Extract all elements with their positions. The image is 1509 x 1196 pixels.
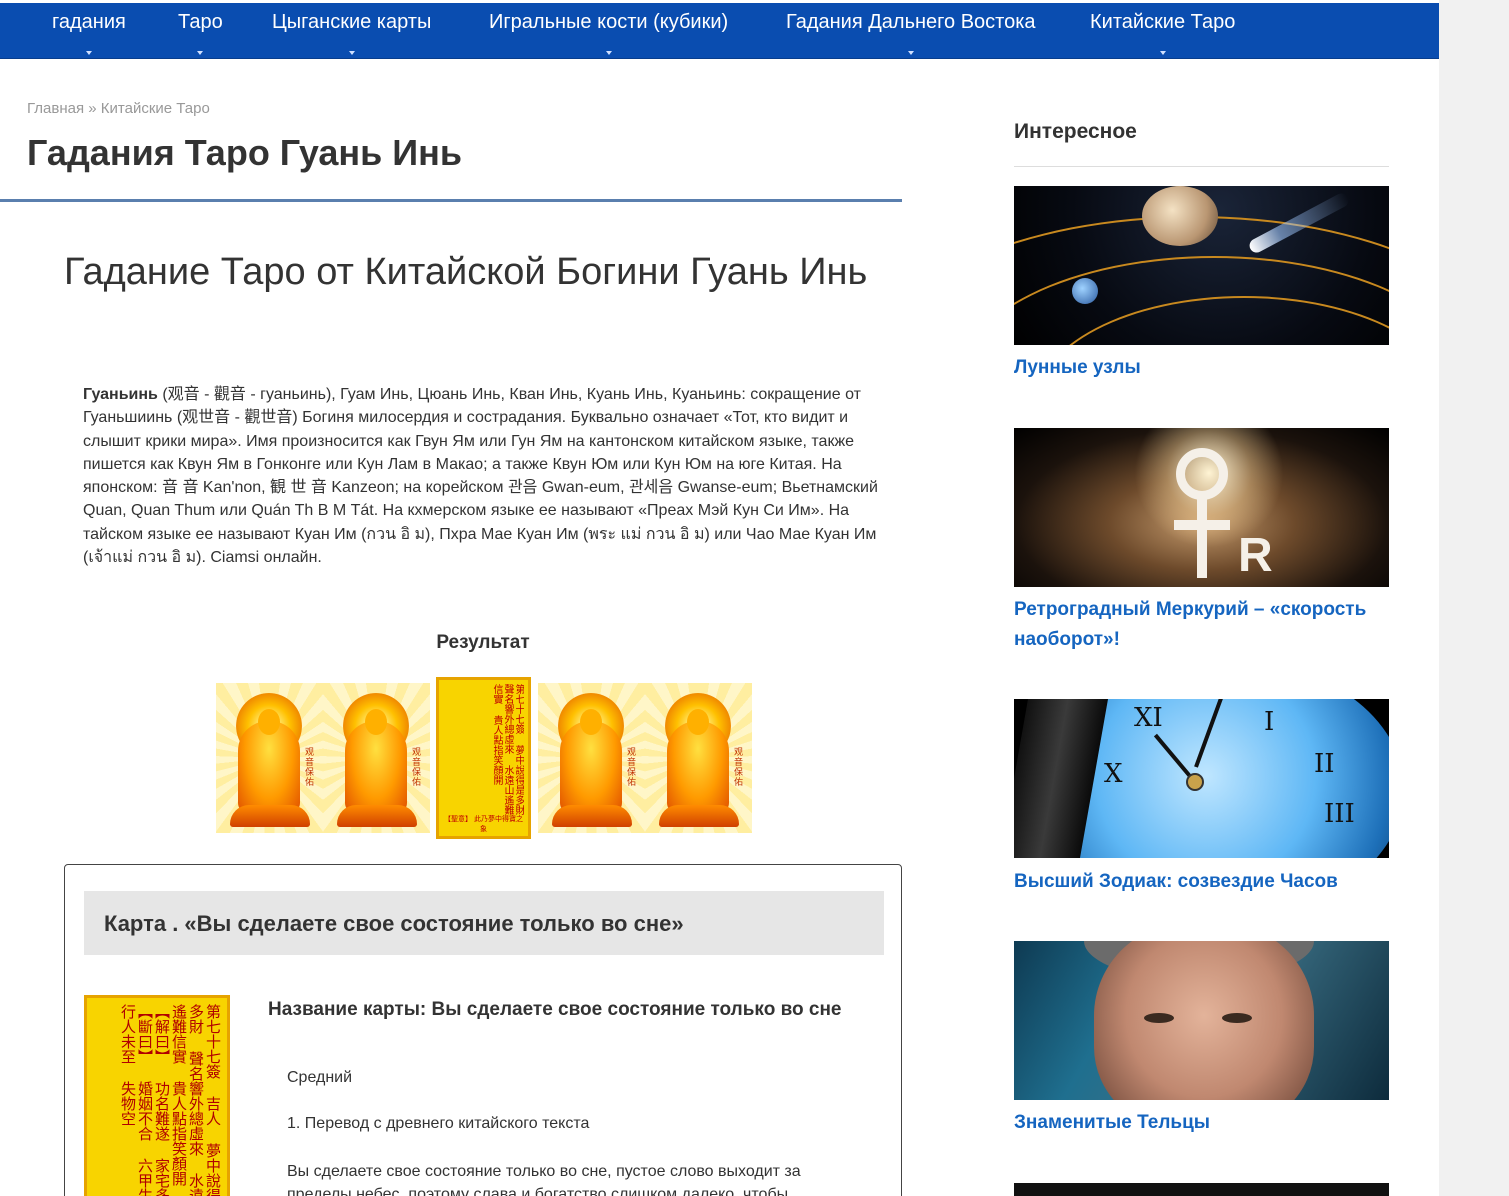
lotus-icon: [230, 805, 310, 827]
retrograde-r-icon: R: [1238, 529, 1273, 582]
intro-bold-term: Гуаньинь: [83, 386, 158, 403]
intro-paragraph: Гуаньинь (观音 - 觀音 - гуаньинь), Гуам Инь,…: [83, 383, 883, 569]
mercury-symbol-stem: [1197, 498, 1207, 578]
nav-item-chinese-tarot[interactable]: Китайские Таро: [1090, 11, 1236, 55]
mercury-symbol-icon: [1176, 448, 1228, 500]
translation-text: Вы сделаете свое состояние только во сне…: [287, 1163, 801, 1196]
portrait-face: [1094, 941, 1314, 1100]
nav-item-label: Таро: [178, 11, 223, 33]
breadcrumb-home-link[interactable]: Главная: [27, 100, 84, 117]
translation-section-title: 1. Перевод с древнего китайского текста: [287, 1115, 590, 1132]
post-thumbnail-lunar-nodes[interactable]: [1014, 186, 1389, 345]
card-back-label: 观音保佑: [412, 747, 422, 787]
tarot-card-open[interactable]: 第七十七簽 夢中說得是多財 聲名響外總虛來 水遠山遙難信實 貴人點指笑顏開 【聖…: [436, 677, 531, 839]
result-header: Карта . «Вы сделаете свое состояние толь…: [84, 891, 884, 955]
page-title: Гадания Таро Гуань Инь: [27, 132, 463, 173]
clock-center: [1186, 773, 1204, 791]
nav-item-dice[interactable]: Игральные кости (кубики): [489, 11, 729, 55]
result-label: Результат: [436, 632, 530, 653]
article-heading: Гадание Таро от Китайской Богини Гуань И…: [64, 251, 868, 293]
sidebar-divider: [1014, 166, 1389, 167]
portrait-eye: [1144, 1013, 1174, 1023]
planet-jupiter: [1142, 186, 1218, 246]
card-name: Название карты: Вы сделаете свое состоян…: [268, 999, 842, 1020]
sidebar-title: Интересное: [1014, 120, 1137, 143]
main-nav: гадания Таро Цыганские карты Игральные к…: [0, 3, 1439, 59]
nav-item-far-east[interactable]: Гадания Дальнего Востока: [786, 11, 1036, 55]
caret-down-icon: [1159, 51, 1166, 55]
goddess-head: [580, 709, 602, 735]
caret-down-icon: [348, 51, 355, 55]
roman-numeral-glyph: I: [1264, 707, 1275, 737]
card-rank: Средний: [287, 1069, 353, 1086]
caret-down-icon: [605, 51, 612, 55]
breadcrumb: Главная » Китайские Таро: [27, 100, 210, 117]
result-box: Карта . «Вы сделаете свое состояние толь…: [64, 864, 902, 1196]
post-thumbnail-next[interactable]: [1014, 1183, 1389, 1196]
goddess-head: [258, 709, 280, 735]
result-header-text: Карта . «Вы сделаете свое состояние толь…: [104, 911, 684, 936]
breadcrumb-current-link[interactable]: Китайские Таро: [101, 100, 210, 117]
roman-numeral-glyph: II: [1314, 749, 1335, 779]
roman-numeral-glyph: III: [1324, 799, 1355, 829]
post-thumbnail-famous-taurus[interactable]: [1014, 941, 1389, 1100]
mercury-symbol-cross: [1174, 520, 1230, 530]
open-card-text: 第七十七簽 夢中說得是多財 聲名響外總虛來 水遠山遙難信實 貴人點指笑顏開: [491, 684, 524, 815]
goddess-head: [365, 709, 387, 735]
post-link-famous-taurus[interactable]: Знаменитые Тельцы: [1014, 1108, 1389, 1138]
card-back-label: 观音保佑: [734, 747, 744, 787]
result-card-text: 第七十七簽 吉人 夢中說得是多財 聲名響外總虛來 水遠山遙難信實 貴人點指笑顏開…: [119, 1004, 221, 1196]
nav-item-label: Гадания Дальнего Востока: [786, 11, 1036, 33]
planet-earth: [1072, 278, 1098, 304]
tarot-card-back[interactable]: 观音保佑: [645, 683, 752, 833]
caret-down-icon: [85, 51, 92, 55]
portrait-eye: [1222, 1013, 1252, 1023]
lotus-icon: [659, 805, 739, 827]
lotus-icon: [552, 805, 632, 827]
post-thumbnail-retro-mercury[interactable]: R: [1014, 428, 1389, 587]
breadcrumb-separator: »: [84, 100, 101, 117]
post-link-retro-mercury[interactable]: Ретроградный Меркурий – «скорость наобор…: [1014, 595, 1389, 655]
caret-down-icon: [197, 51, 204, 55]
result-card-image: 第七十七簽 吉人 夢中說得是多財 聲名響外總虛來 水遠山遙難信實 貴人點指笑顏開…: [84, 995, 230, 1196]
lotus-icon: [337, 805, 417, 827]
roman-numeral-glyph: XI: [1134, 703, 1163, 733]
caret-down-icon: [907, 51, 914, 55]
post-link-clock-constellation[interactable]: Высший Зодиак: созвездие Часов: [1014, 867, 1389, 897]
intro-text: (观音 - 觀音 - гуаньинь), Гуам Инь, Цюань Ин…: [83, 386, 878, 567]
tarot-card-back[interactable]: 观音保佑: [216, 683, 323, 833]
roman-numeral-glyph: X: [1104, 759, 1123, 789]
tarot-card-back[interactable]: 观音保佑: [538, 683, 645, 833]
tarot-card-back[interactable]: 观音保佑: [323, 683, 430, 833]
nav-item-label: Китайские Таро: [1090, 11, 1236, 33]
page: гадания Таро Цыганские карты Игральные к…: [0, 0, 1439, 1196]
card-back-label: 观音保佑: [305, 747, 315, 787]
post-thumbnail-clock-constellation[interactable]: XI I II III X: [1014, 699, 1389, 858]
nav-item-gadaniya[interactable]: гадания: [52, 11, 126, 55]
open-card-foot: 【聖意】 此乃夢中得寶之象: [444, 816, 523, 833]
nav-item-taro[interactable]: Таро: [178, 11, 223, 55]
nav-item-label: Игральные кости (кубики): [489, 11, 729, 33]
title-divider: [0, 199, 902, 202]
nav-item-label: Цыганские карты: [272, 11, 432, 33]
cards-row: 观音保佑 观音保佑 第七十七簽 夢中說得是多財 聲名響外總虛來 水遠山遙難信實 …: [216, 677, 756, 842]
goddess-head: [687, 709, 709, 735]
nav-item-label: гадания: [52, 11, 126, 33]
nav-item-gypsy-cards[interactable]: Цыганские карты: [272, 11, 432, 55]
post-link-lunar-nodes[interactable]: Лунные узлы: [1014, 353, 1389, 383]
card-back-label: 观音保佑: [627, 747, 637, 787]
